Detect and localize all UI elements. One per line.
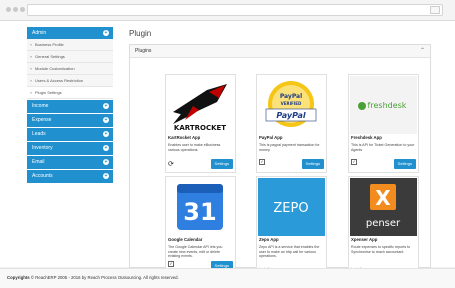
paypal-wordmark: PayPal <box>276 111 305 120</box>
panel-header[interactable]: Plugins ⌃ <box>130 45 430 58</box>
app-card-freshdesk: freshdesk Freshdesk App This is API for … <box>348 74 419 173</box>
app-card-zepo: ZEPO Zepo App Zepo API is a service that… <box>256 176 327 275</box>
xpenser-logo: X penser <box>350 178 417 236</box>
app-description: Route expenses to specific reports to Sy… <box>351 245 411 254</box>
sidebar: Admin + Business Profile General Setting… <box>27 27 113 263</box>
xpenser-x-mark: X <box>375 186 391 210</box>
page-title: Plugin <box>129 29 152 38</box>
address-bar[interactable] <box>27 4 443 16</box>
app-name: Xpenser App <box>351 237 378 242</box>
footer-label: Copyrights <box>7 275 30 280</box>
sidebar-item-plugin-settings[interactable]: Plugin Settings <box>27 87 113 99</box>
plus-icon[interactable]: + <box>103 173 109 179</box>
sidebar-item-business-profile[interactable]: Business Profile <box>27 39 113 51</box>
zepo-wordmark: ZEPO <box>273 201 308 216</box>
app-name: Google Calendar <box>168 237 203 242</box>
window-dot-icon <box>6 7 11 12</box>
window-dot-icon <box>20 7 25 12</box>
paypal-logo: PayPal VERIFIED PayPal <box>258 76 325 134</box>
kartrocket-logo: KARTROCKET <box>167 76 234 134</box>
window-dot-icon <box>13 7 18 12</box>
main-content: Plugin Plugins ⌃ KARTROCKET KartRocket A… <box>129 27 431 275</box>
kartrocket-logo-text: KARTROCKET <box>174 124 226 132</box>
zepo-logo: ZEPO <box>258 178 325 236</box>
settings-button[interactable]: Settings <box>210 159 233 169</box>
footer-copyright: Copyrights © ReachERP 2005 - 2016 by Rea… <box>7 275 179 280</box>
calendar-day-text: 31 <box>183 198 216 226</box>
settings-button[interactable]: Settings <box>301 159 324 169</box>
sidebar-group-inventory[interactable]: Inventory + <box>27 141 113 155</box>
plugins-panel: Plugins ⌃ KARTROCKET KartRocket App Enab… <box>129 44 431 275</box>
sidebar-group-admin[interactable]: Admin + <box>27 27 113 39</box>
app-description: This is paypal payment transaction for m… <box>259 143 320 152</box>
chevron-up-icon[interactable]: ⌃ <box>420 45 425 57</box>
app-name: PayPal App <box>259 135 283 140</box>
freshdesk-logo: freshdesk <box>350 76 417 134</box>
plus-icon[interactable]: + <box>103 30 109 36</box>
app-card-google-calendar: 31 Google Calendar The Google Calendar A… <box>165 176 236 275</box>
checkbox[interactable]: ✓ <box>168 261 174 267</box>
footer-text: © ReachERP 2005 - 2016 by Reach Process … <box>30 275 179 280</box>
settings-button[interactable]: Settings <box>393 159 416 169</box>
plus-icon[interactable]: + <box>103 159 109 165</box>
sidebar-group-income[interactable]: Income + <box>27 99 113 113</box>
panel-title: Plugins <box>135 48 152 54</box>
paypal-verified-text: VERIFIED <box>281 101 302 106</box>
sidebar-item-users-access[interactable]: Users & Access Restriction <box>27 75 113 87</box>
app-card-kartrocket: KARTROCKET KartRocket App Enables user t… <box>165 74 236 173</box>
sidebar-group-label: Email <box>32 159 45 165</box>
app-card-xpenser: X penser Xpenser App Route expenses to s… <box>348 176 419 275</box>
plus-icon[interactable]: + <box>103 103 109 109</box>
sidebar-group-label: Inventory <box>32 145 53 151</box>
xpenser-wordmark: penser <box>366 218 401 229</box>
checkbox[interactable]: ✓ <box>351 159 357 165</box>
plus-icon[interactable]: + <box>103 145 109 151</box>
app-description: This is API for Ticket Generation to you… <box>351 143 415 152</box>
sidebar-item-general-settings[interactable]: General Settings <box>27 51 113 63</box>
paypal-seal-text: PayPal <box>280 93 302 100</box>
sidebar-group-label: Expense <box>32 117 52 123</box>
page: Admin + Business Profile General Setting… <box>0 21 455 275</box>
refresh-icon[interactable]: ⟳ <box>168 160 174 168</box>
checkbox[interactable]: ✓ <box>259 159 265 165</box>
app-name: KartRocket App <box>168 135 201 140</box>
app-name: Freshdesk App <box>351 135 382 140</box>
footer: Copyrights © ReachERP 2005 - 2016 by Rea… <box>0 268 455 288</box>
app-description: Enables user to make eBusiness various o… <box>168 143 221 152</box>
sidebar-item-module-customization[interactable]: Module Customization <box>27 63 113 75</box>
app-description: Zepo API is a service that enables the u… <box>259 245 320 259</box>
app-name: Zepo App <box>259 237 279 242</box>
app-description: The Google Calendar API lets you create … <box>168 245 223 259</box>
sidebar-group-accounts[interactable]: Accounts + <box>27 169 113 183</box>
sidebar-group-label: Income <box>32 103 49 109</box>
freshdesk-wordmark: freshdesk <box>368 101 407 110</box>
plus-icon[interactable]: + <box>103 131 109 137</box>
sidebar-group-expense[interactable]: Expense + <box>27 113 113 127</box>
address-bar-button[interactable] <box>430 6 440 14</box>
sidebar-group-label: Leads <box>32 131 46 137</box>
google-calendar-logo: 31 <box>167 178 234 236</box>
browser-titlebar <box>0 0 455 21</box>
app-card-paypal: PayPal VERIFIED PayPal PayPal App This i… <box>256 74 327 173</box>
browser-frame: Admin + Business Profile General Setting… <box>0 0 455 288</box>
sidebar-group-email[interactable]: Email + <box>27 155 113 169</box>
sidebar-group-leads[interactable]: Leads + <box>27 127 113 141</box>
sidebar-group-label: Admin <box>32 30 47 36</box>
sidebar-group-label: Accounts <box>32 173 53 179</box>
plus-icon[interactable]: + <box>103 117 109 123</box>
